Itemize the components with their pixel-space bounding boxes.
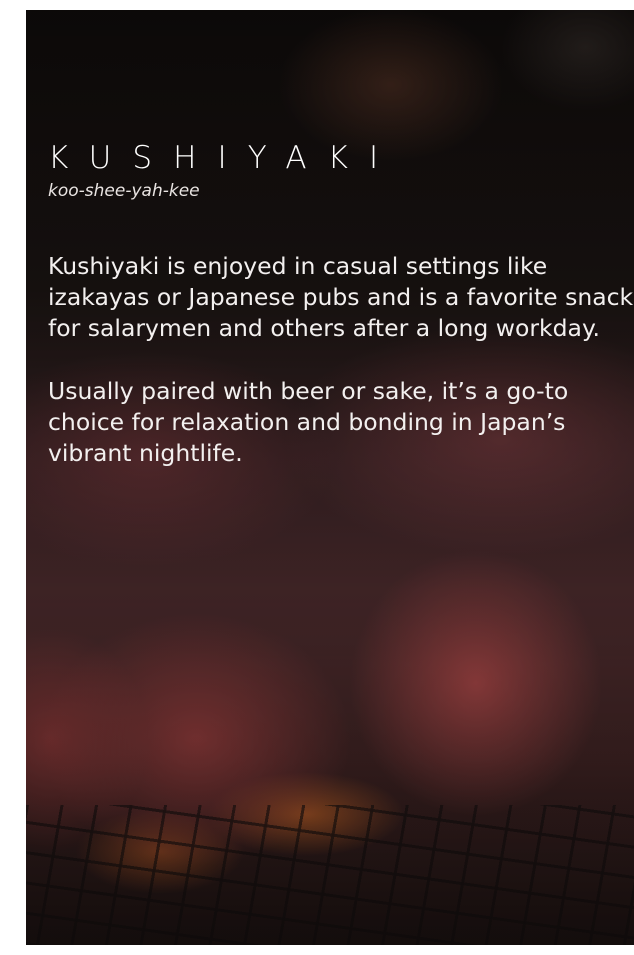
description-paragraph-2: Usually paired with beer or sake, it’s a… xyxy=(48,377,569,468)
dish-title: KUSHIYAKI xyxy=(48,140,400,176)
description-paragraph-1: Kushiyaki is enjoyed in casual settings … xyxy=(48,252,634,343)
card-content: KUSHIYAKI koo-shee-yah-kee Kushiyaki is … xyxy=(48,140,634,469)
dish-pronunciation: koo-shee-yah-kee xyxy=(48,181,200,202)
kushiyaki-card: KUSHIYAKI koo-shee-yah-kee Kushiyaki is … xyxy=(26,10,634,945)
